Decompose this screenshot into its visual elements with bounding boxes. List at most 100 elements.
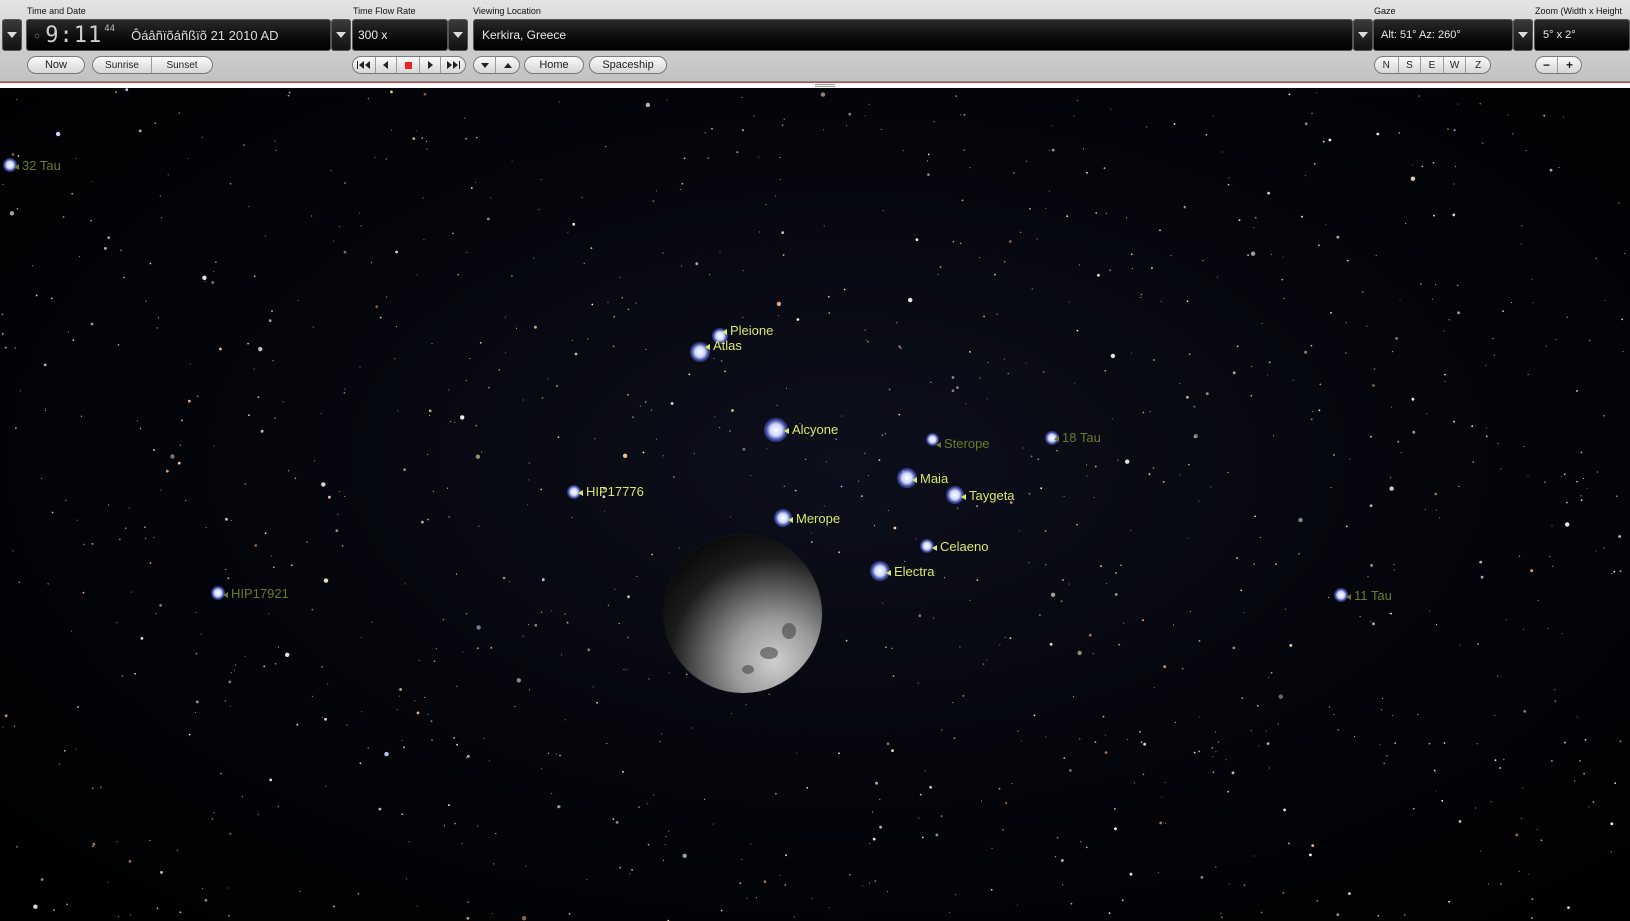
sky-view[interactable]: 32 Tau Pleione Atlas Alcyone Sterope 18 …: [0, 88, 1630, 921]
sky-label-alcyone[interactable]: Alcyone: [784, 422, 838, 437]
background-star: [1325, 224, 1327, 226]
gaze-north-button[interactable]: N: [1375, 57, 1399, 73]
background-star: [627, 595, 630, 599]
background-star: [71, 192, 74, 195]
sunset-button[interactable]: Sunset: [152, 57, 212, 73]
background-star: [1267, 191, 1271, 195]
gaze-display[interactable]: Alt: 51° Az: 260°: [1373, 19, 1513, 51]
background-star: [645, 348, 647, 350]
background-star: [810, 532, 812, 534]
background-star: [750, 843, 752, 845]
background-star: [454, 421, 456, 423]
sky-label-hip17776[interactable]: HIP17776: [578, 484, 644, 499]
time-date-display[interactable]: ☼ 9:11 44 Ôáâñïõáñßïõ 21 2010 AD: [26, 19, 331, 51]
background-star: [838, 752, 840, 755]
background-star: [1337, 729, 1339, 731]
time-flow-dropdown[interactable]: [448, 19, 468, 51]
date-dropdown[interactable]: [331, 19, 351, 51]
background-star: [987, 362, 989, 364]
background-star: [72, 339, 75, 342]
location-dropdown[interactable]: [1353, 19, 1373, 51]
forward-button[interactable]: [420, 57, 442, 73]
time-menu-dropdown[interactable]: [2, 19, 22, 51]
location-up-button[interactable]: [496, 57, 519, 73]
background-star: [1070, 902, 1073, 905]
background-star: [1527, 474, 1529, 476]
background-star: [370, 262, 373, 264]
gaze-dropdown[interactable]: [1513, 19, 1533, 51]
background-star: [1333, 713, 1335, 715]
background-star: [33, 904, 38, 909]
background-star: [107, 881, 109, 883]
background-star: [1485, 427, 1487, 429]
gaze-south-button[interactable]: S: [1399, 57, 1422, 73]
background-star: [1199, 716, 1201, 718]
now-button[interactable]: Now: [27, 56, 85, 74]
background-star: [1492, 338, 1494, 340]
background-star: [1189, 611, 1191, 613]
background-star: [313, 460, 316, 462]
time-flow-display[interactable]: 300 x: [352, 19, 448, 51]
sky-label-sterope[interactable]: Sterope: [936, 436, 990, 451]
sky-label-pleione[interactable]: Pleione: [722, 323, 773, 338]
background-star: [1205, 133, 1208, 136]
zoom-out-button[interactable]: −: [1536, 57, 1559, 73]
forward-fast-button[interactable]: [441, 57, 465, 73]
background-star: [1232, 371, 1236, 375]
sky-label-taygeta[interactable]: Taygeta: [961, 488, 1015, 503]
sky-label-celaeno[interactable]: Celaeno: [932, 539, 988, 554]
moon[interactable]: [664, 535, 822, 693]
background-star: [1086, 475, 1088, 477]
background-star: [202, 275, 207, 280]
background-star: [1580, 451, 1583, 454]
background-star: [796, 752, 798, 754]
background-star: [1140, 296, 1142, 299]
background-star: [1123, 622, 1125, 624]
stop-button[interactable]: [397, 57, 420, 73]
background-star: [1140, 293, 1143, 296]
background-star: [872, 837, 876, 841]
background-star: [1033, 714, 1036, 717]
sunrise-button[interactable]: Sunrise: [93, 57, 153, 73]
background-star: [1068, 583, 1070, 585]
sky-label-32-tau[interactable]: 32 Tau: [14, 158, 61, 173]
gaze-east-button[interactable]: E: [1421, 57, 1444, 73]
background-star: [1004, 636, 1006, 639]
background-star: [77, 706, 79, 708]
background-star: [248, 414, 250, 417]
background-star: [885, 646, 887, 649]
sky-label-electra[interactable]: Electra: [886, 564, 934, 579]
location-down-button[interactable]: [474, 57, 497, 73]
background-star: [914, 234, 916, 236]
background-star: [785, 854, 787, 857]
sky-label-maia[interactable]: Maia: [912, 471, 948, 486]
background-star: [898, 413, 901, 416]
background-star: [2, 726, 4, 728]
sky-label-atlas[interactable]: Atlas: [705, 338, 742, 353]
home-button[interactable]: Home: [524, 56, 584, 74]
reverse-fast-button[interactable]: [353, 57, 376, 73]
zoom-display[interactable]: 5° x 2°: [1534, 19, 1630, 51]
background-star: [533, 257, 535, 259]
gaze-zenith-button[interactable]: Z: [1466, 57, 1490, 73]
background-star: [979, 377, 981, 379]
background-star: [263, 665, 266, 668]
background-star: [1074, 382, 1076, 384]
gaze-west-button[interactable]: W: [1444, 57, 1467, 73]
background-star: [124, 527, 127, 530]
sky-label-hip17921[interactable]: HIP17921: [223, 586, 289, 601]
background-star: [645, 102, 651, 108]
background-star: [976, 579, 979, 582]
background-star: [1453, 129, 1456, 131]
sky-label-11-tau[interactable]: 11 Tau: [1346, 588, 1392, 603]
background-star: [1214, 731, 1216, 733]
sky-label-18-tau[interactable]: 18 Tau: [1054, 430, 1101, 445]
background-star: [1420, 283, 1422, 285]
background-star: [271, 310, 273, 312]
zoom-in-button[interactable]: +: [1558, 57, 1581, 73]
location-display[interactable]: Kerkira, Greece: [473, 19, 1353, 51]
spaceship-button[interactable]: Spaceship: [589, 56, 667, 74]
background-star: [810, 541, 813, 543]
sky-label-merope[interactable]: Merope: [788, 511, 840, 526]
reverse-button[interactable]: [376, 57, 398, 73]
